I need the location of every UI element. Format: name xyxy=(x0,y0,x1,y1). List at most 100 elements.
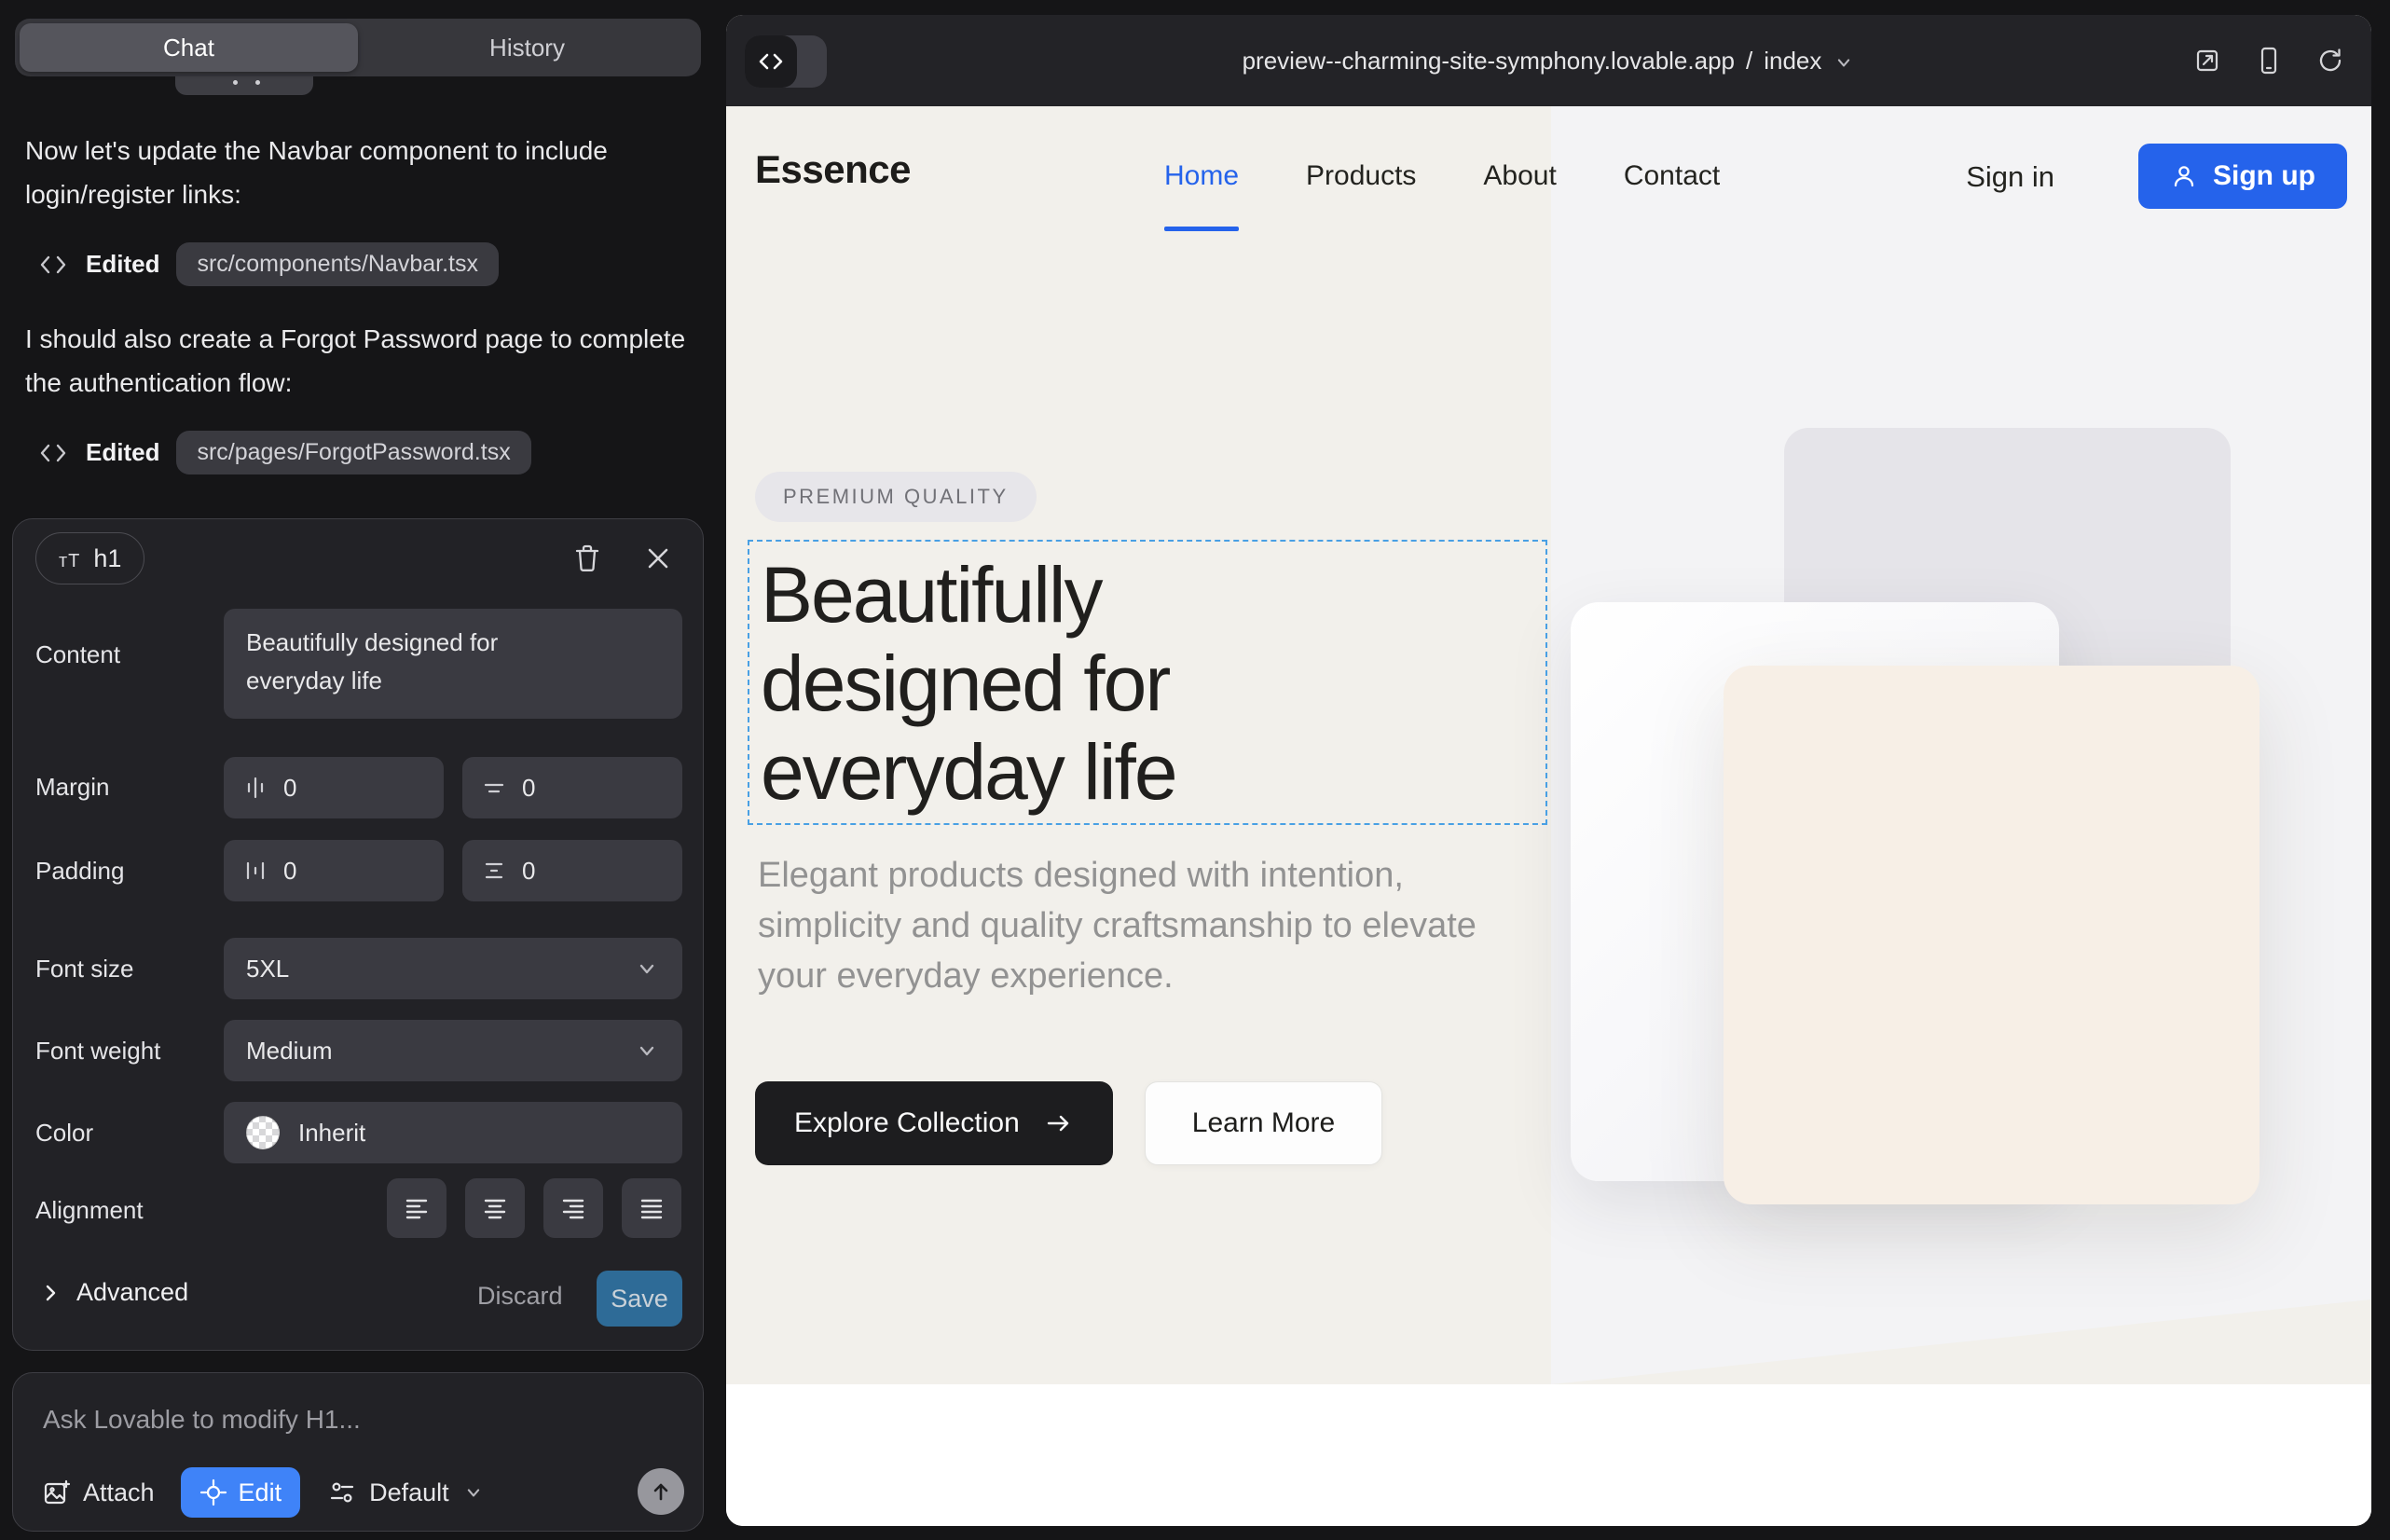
content-textarea[interactable]: Beautifully designed for everyday life xyxy=(224,609,682,719)
alignment-button-group xyxy=(387,1178,681,1238)
sliders-icon xyxy=(328,1478,356,1506)
hero-cta-row: Explore Collection Learn More xyxy=(755,1081,1382,1165)
save-button[interactable]: Save xyxy=(597,1271,682,1327)
user-icon xyxy=(2170,162,2198,190)
alignment-label: Alignment xyxy=(35,1196,144,1225)
edited-file-chip[interactable]: src/components/Navbar.tsx xyxy=(176,242,499,286)
attach-button[interactable]: Attach xyxy=(41,1478,155,1507)
open-external-button[interactable] xyxy=(2192,46,2222,76)
url-page: index xyxy=(1764,47,1821,76)
scrolled-chip-partial xyxy=(175,75,313,95)
text-type-icon: тT xyxy=(59,544,80,573)
margin-x-input[interactable]: 0 xyxy=(224,757,444,818)
lovable-app-window: Chat History Now let's update the Navbar… xyxy=(0,0,2390,1540)
edited-label: Edited xyxy=(86,250,159,279)
padding-vertical-icon xyxy=(481,858,507,884)
chevron-down-icon xyxy=(462,1481,485,1504)
model-default-select[interactable]: Default xyxy=(328,1478,485,1507)
align-justify-icon xyxy=(637,1193,666,1223)
panel-footer: Advanced Discard Save xyxy=(13,1265,703,1330)
chat-message: I should also create a Forgot Password p… xyxy=(25,317,687,405)
edited-file-row: Edited src/components/Navbar.tsx xyxy=(37,242,499,286)
chat-composer: Attach Edit xyxy=(12,1372,704,1532)
element-tag-label: h1 xyxy=(93,544,121,573)
arrow-right-icon xyxy=(1044,1109,1074,1137)
color-select[interactable]: Inherit xyxy=(224,1102,682,1163)
align-center-button[interactable] xyxy=(465,1178,525,1238)
hero-badge: PREMIUM QUALITY xyxy=(755,472,1037,522)
sidebar-tabbar: Chat History xyxy=(15,19,701,76)
code-icon xyxy=(37,439,69,467)
sign-in-link[interactable]: Sign in xyxy=(1966,160,2054,194)
hero-heading-text: Beautifully designed for everyday life xyxy=(761,551,1413,817)
padding-label: Padding xyxy=(35,857,124,886)
preview-actions xyxy=(2192,15,2345,106)
padding-horizontal-icon xyxy=(242,858,268,884)
chat-sidebar: Chat History Now let's update the Navbar… xyxy=(0,0,726,1540)
refresh-button[interactable] xyxy=(2315,46,2345,76)
align-left-button[interactable] xyxy=(387,1178,446,1238)
edited-label: Edited xyxy=(86,438,159,467)
code-icon xyxy=(37,251,69,279)
align-right-button[interactable] xyxy=(543,1178,603,1238)
tab-history[interactable]: History xyxy=(358,23,696,72)
hero-heading-selected[interactable]: Beautifully designed for everyday life xyxy=(748,540,1547,825)
discard-button[interactable]: Discard xyxy=(477,1282,563,1311)
chevron-down-icon xyxy=(1833,51,1855,74)
site-logo[interactable]: Essence xyxy=(755,147,911,192)
composer-toolbar: Attach Edit xyxy=(41,1466,686,1519)
margin-y-input[interactable]: 0 xyxy=(462,757,682,818)
preview-topbar: preview--charming-site-symphony.lovable.… xyxy=(726,15,2371,106)
edited-file-chip[interactable]: src/pages/ForgotPassword.tsx xyxy=(176,431,530,474)
mobile-preview-button[interactable] xyxy=(2254,45,2284,76)
site-nav-links: Home Products About Contact xyxy=(1164,106,1720,246)
align-center-icon xyxy=(480,1193,510,1223)
send-button[interactable] xyxy=(638,1468,684,1515)
font-weight-select[interactable]: Medium xyxy=(224,1020,682,1081)
mobile-icon xyxy=(2254,45,2284,76)
align-left-icon xyxy=(402,1193,432,1223)
explore-collection-button[interactable]: Explore Collection xyxy=(755,1081,1113,1165)
nav-link-products[interactable]: Products xyxy=(1306,160,1416,192)
target-icon xyxy=(199,1478,227,1506)
margin-vertical-icon xyxy=(481,775,507,801)
close-icon xyxy=(644,544,672,572)
url-host: preview--charming-site-symphony.lovable.… xyxy=(1243,47,1735,76)
nav-link-about[interactable]: About xyxy=(1483,160,1556,192)
margin-label: Margin xyxy=(35,773,109,802)
composer-input[interactable] xyxy=(43,1394,658,1446)
advanced-toggle[interactable]: Advanced xyxy=(39,1278,188,1307)
site-navbar: Essence Home Products About Contact Sign… xyxy=(726,106,2371,246)
content-label: Content xyxy=(35,640,120,669)
font-weight-label: Font weight xyxy=(35,1037,160,1066)
nav-link-home[interactable]: Home xyxy=(1164,160,1239,192)
preview-window: preview--charming-site-symphony.lovable.… xyxy=(726,15,2371,1526)
color-label: Color xyxy=(35,1119,93,1148)
preview-url-bar[interactable]: preview--charming-site-symphony.lovable.… xyxy=(726,15,2371,106)
external-link-icon xyxy=(2192,46,2222,76)
delete-element-button[interactable] xyxy=(565,536,610,581)
refresh-icon xyxy=(2315,46,2345,76)
padding-x-input[interactable]: 0 xyxy=(224,840,444,901)
sign-up-button[interactable]: Sign up xyxy=(2138,144,2347,209)
chevron-down-icon xyxy=(634,956,660,982)
hero-paragraph: Elegant products designed with intention… xyxy=(758,850,1532,1001)
padding-y-input[interactable]: 0 xyxy=(462,840,682,901)
color-swatch-icon xyxy=(246,1116,280,1149)
tab-chat[interactable]: Chat xyxy=(20,23,358,72)
edit-mode-button[interactable]: Edit xyxy=(181,1467,301,1518)
chat-message: Now let's update the Navbar component to… xyxy=(25,129,687,216)
font-size-select[interactable]: 5XL xyxy=(224,938,682,999)
edited-file-row: Edited src/pages/ForgotPassword.tsx xyxy=(37,431,531,474)
element-editor-panel: тT h1 Content xyxy=(12,518,704,1351)
url-separator: / xyxy=(1746,47,1752,76)
close-panel-button[interactable] xyxy=(636,536,680,581)
arrow-up-icon xyxy=(649,1479,673,1504)
margin-horizontal-icon xyxy=(242,775,268,801)
learn-more-button[interactable]: Learn More xyxy=(1145,1081,1382,1165)
trash-icon xyxy=(572,543,602,574)
selected-element-chip[interactable]: тT h1 xyxy=(35,532,144,584)
nav-link-contact[interactable]: Contact xyxy=(1624,160,1720,192)
align-justify-button[interactable] xyxy=(622,1178,681,1238)
image-plus-icon xyxy=(41,1478,71,1507)
